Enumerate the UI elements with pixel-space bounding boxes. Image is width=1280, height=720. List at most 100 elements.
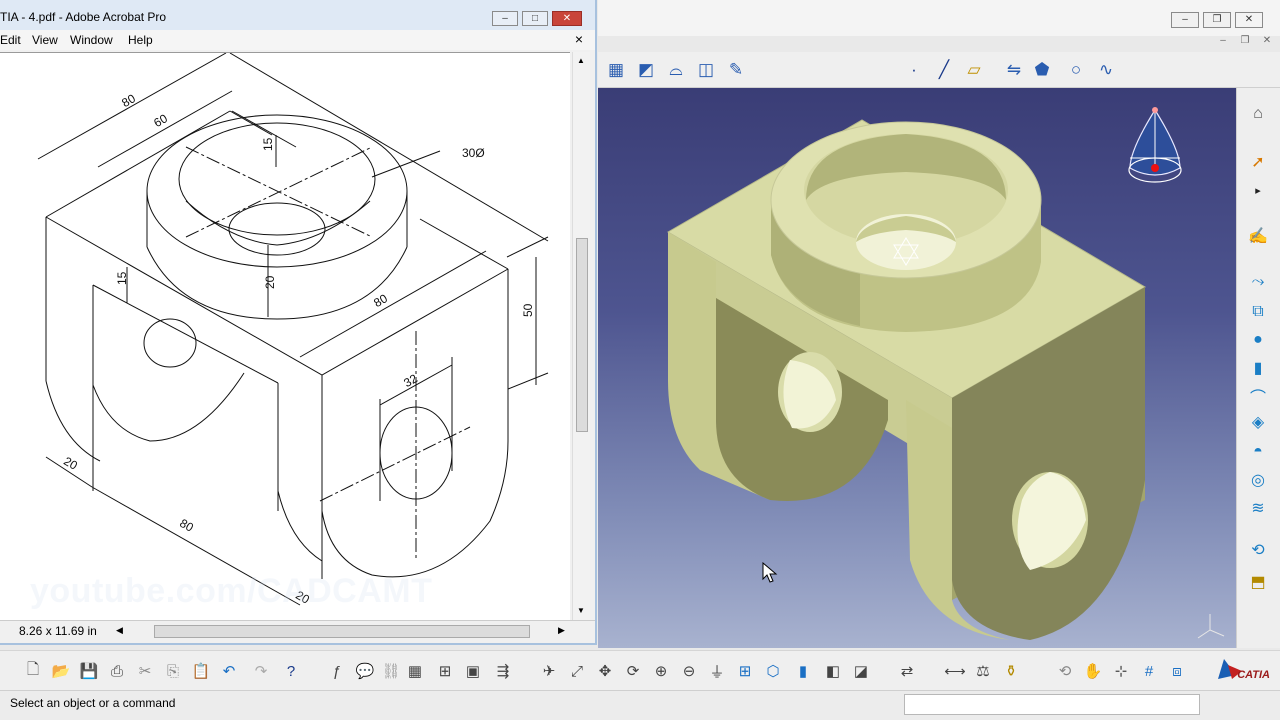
horizontal-scroll-thumb[interactable] bbox=[154, 625, 530, 638]
analysis-icon[interactable]: ⇶ bbox=[492, 660, 514, 682]
catalog-icon[interactable]: ▣ bbox=[462, 660, 484, 682]
scroll-right-icon[interactable]: ▶ bbox=[558, 625, 565, 636]
new-icon[interactable]: 🗋 bbox=[22, 660, 44, 682]
comment-icon[interactable]: 💬 bbox=[354, 660, 376, 682]
pdf-page[interactable]: 80 60 15 30Ø 15 20 80 50 32 20 80 20 bbox=[0, 52, 570, 620]
redo-icon[interactable]: ↷ bbox=[250, 660, 272, 682]
copy-icon[interactable]: ⎘ bbox=[162, 660, 184, 682]
formula-icon[interactable]: ƒ bbox=[326, 660, 348, 682]
cut-icon[interactable]: ✂ bbox=[134, 660, 156, 682]
rotate-icon[interactable]: ⟳ bbox=[622, 660, 644, 682]
sketcher-icon[interactable]: ✍ bbox=[1245, 224, 1271, 248]
line-icon[interactable]: ╱ bbox=[932, 58, 956, 82]
undo-icon[interactable]: ↶ bbox=[218, 660, 240, 682]
catia-titlebar: – ❐ ✕ – ❐ ✕ bbox=[598, 0, 1280, 46]
shape-icon[interactable]: ⬟ bbox=[1030, 58, 1054, 82]
acrobat-maximize-button[interactable]: □ bbox=[522, 11, 548, 26]
fly-icon[interactable]: ✈ bbox=[538, 660, 560, 682]
edit-icon[interactable]: ✎ bbox=[724, 58, 748, 82]
boolean-icon[interactable]: ⬒ bbox=[1245, 570, 1271, 594]
paste-icon[interactable]: 📋 bbox=[190, 660, 212, 682]
point-icon[interactable]: · bbox=[902, 58, 926, 82]
scroll-left-icon[interactable]: ◀ bbox=[116, 625, 123, 636]
grid-icon[interactable]: # bbox=[1138, 660, 1160, 682]
fit-all-icon[interactable]: ⤢ bbox=[566, 660, 588, 682]
draft-icon[interactable]: ◈ bbox=[1245, 410, 1271, 434]
thickness-icon[interactable]: ◎ bbox=[1245, 468, 1271, 492]
rib-icon[interactable]: ⤳ bbox=[1245, 270, 1271, 294]
multi-pad-icon[interactable]: ⧉ bbox=[1245, 300, 1271, 324]
menu-view[interactable]: View bbox=[32, 33, 58, 47]
iso-view-icon[interactable]: ⬡ bbox=[762, 660, 784, 682]
catia-restore-button[interactable]: ❐ bbox=[1203, 12, 1231, 28]
scroll-down-icon[interactable]: ▼ bbox=[577, 606, 585, 615]
command-input[interactable] bbox=[904, 694, 1200, 715]
measure-item-icon[interactable]: ⚖ bbox=[972, 660, 994, 682]
watermark-prefix: youtube.com/CADCAMT bbox=[30, 572, 430, 610]
menu-edit[interactable]: Edit bbox=[0, 33, 21, 47]
catia-minimize-button[interactable]: – bbox=[1171, 12, 1199, 28]
doc-restore-button[interactable]: ❐ bbox=[1236, 34, 1254, 48]
hide-show-icon[interactable]: ◧ bbox=[822, 660, 844, 682]
plane-feature-icon[interactable]: ⌂ bbox=[1245, 102, 1271, 126]
open-icon[interactable]: 📂 bbox=[50, 660, 72, 682]
circle-icon[interactable]: ○ bbox=[1064, 58, 1088, 82]
pan-icon[interactable]: ✥ bbox=[594, 660, 616, 682]
catia-top-toolbar: ▦ ◩ ⌓ ◫ ✎ · ╱ ▱ ⇋ ⬟ ○ ∿ bbox=[598, 52, 1280, 88]
fillet-icon[interactable]: ◓ bbox=[1245, 440, 1271, 464]
compass-icon[interactable]: ⊹ bbox=[1110, 660, 1132, 682]
hand-icon[interactable]: ✋ bbox=[1082, 660, 1104, 682]
vertical-scroll-thumb[interactable] bbox=[576, 238, 588, 432]
inertia-icon[interactable]: ⚱ bbox=[1000, 660, 1022, 682]
menu-help[interactable]: Help bbox=[128, 33, 153, 47]
3d-part-model[interactable] bbox=[598, 88, 1236, 648]
swap-icon[interactable]: ◪ bbox=[850, 660, 872, 682]
catia-close-button[interactable]: ✕ bbox=[1235, 12, 1263, 28]
update-icon[interactable]: ⟲ bbox=[1054, 660, 1076, 682]
sketch-icon[interactable]: ▦ bbox=[604, 58, 628, 82]
shell-icon[interactable]: ⌒ bbox=[1245, 384, 1271, 408]
menu-window[interactable]: Window bbox=[70, 33, 113, 47]
acrobat-minimize-button[interactable]: – bbox=[492, 11, 518, 26]
doc-minimize-button[interactable]: – bbox=[1214, 34, 1232, 48]
sphere-icon[interactable]: ● bbox=[1245, 328, 1271, 352]
cylinder-icon[interactable]: ▮ bbox=[1245, 356, 1271, 380]
thread-icon[interactable]: ≋ bbox=[1245, 496, 1271, 520]
3d-viewport[interactable] bbox=[598, 88, 1236, 648]
acrobat-close-button[interactable]: ✕ bbox=[552, 11, 582, 26]
render-style-icon[interactable]: ▮ bbox=[792, 660, 814, 682]
status-message: Select an object or a command bbox=[10, 696, 176, 710]
zoom-in-icon[interactable]: ⊕ bbox=[650, 660, 672, 682]
measure-icon[interactable]: ⊞ bbox=[434, 660, 456, 682]
transform-icon[interactable]: ⟲ bbox=[1245, 538, 1271, 562]
doc-close-button[interactable]: ✕ bbox=[1258, 34, 1276, 48]
multi-view-icon[interactable]: ⊞ bbox=[734, 660, 756, 682]
whats-this-icon[interactable]: ? bbox=[280, 660, 302, 682]
mass-icon[interactable]: ⇄ bbox=[896, 660, 918, 682]
document-close-button[interactable]: × bbox=[575, 31, 583, 47]
dim-80-top: 80 bbox=[119, 91, 138, 110]
scroll-up-icon[interactable]: ▲ bbox=[577, 56, 585, 65]
snap-icon[interactable]: ⧈ bbox=[1166, 660, 1188, 682]
plane-icon[interactable]: ▱ bbox=[962, 58, 986, 82]
expand-icon[interactable]: ▸ bbox=[1245, 178, 1271, 202]
print-icon[interactable]: ⎙ bbox=[106, 660, 128, 682]
pad-icon[interactable]: ◫ bbox=[694, 58, 718, 82]
zoom-out-icon[interactable]: ⊖ bbox=[678, 660, 700, 682]
table-icon[interactable]: ▦ bbox=[404, 660, 426, 682]
dim-20-bottom: 20 bbox=[61, 454, 80, 473]
compass-widget[interactable] bbox=[1128, 107, 1182, 183]
link-icon[interactable]: ⛓ bbox=[380, 660, 402, 682]
normal-view-icon[interactable]: ⏚ bbox=[706, 660, 728, 682]
save-icon[interactable]: 💾 bbox=[78, 660, 100, 682]
measure-between-icon[interactable]: ⟷ bbox=[944, 660, 966, 682]
spline-icon[interactable]: ∿ bbox=[1094, 58, 1118, 82]
horizontal-scrollbar[interactable]: ◀ ▶ bbox=[116, 625, 565, 638]
catia-bottom-toolbar: 🗋 📂 💾 ⎙ ✂ ⎘ 📋 ↶ ↷ ? ƒ 💬 ⛓ ▦ ⊞ ▣ ⇶ ✈ ⤢ ✥ … bbox=[0, 650, 1280, 690]
vertical-scrollbar[interactable]: ▲ ▼ bbox=[572, 52, 590, 620]
select-arrow-icon[interactable]: ➚ bbox=[1245, 150, 1271, 174]
catia-statusbar: Select an object or a command CATIA bbox=[0, 669, 1280, 720]
mirror-icon[interactable]: ⇋ bbox=[1002, 58, 1026, 82]
view-select-icon[interactable]: ◩ bbox=[634, 58, 658, 82]
surface-icon[interactable]: ⌓ bbox=[664, 58, 688, 82]
